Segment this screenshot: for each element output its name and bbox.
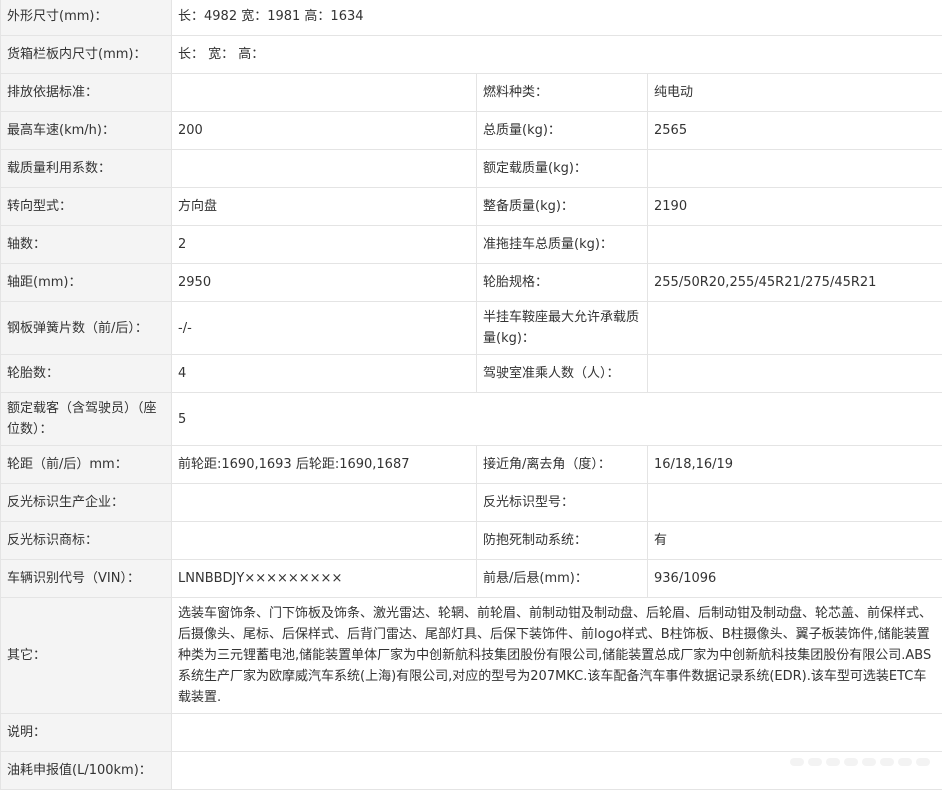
value-tire-count: 4	[172, 355, 477, 393]
value-emission-standard	[172, 74, 477, 112]
label-reflector-maker: 反光标识生产企业：	[1, 484, 172, 522]
row-track: 轮距（前/后）mm： 前轮距:1690,1693 后轮距:1690,1687 接…	[1, 446, 942, 484]
row-other: 其它： 选装车窗饰条、门下饰板及饰条、激光雷达、轮辋、前轮眉、前制动钳及制动盘、…	[1, 598, 942, 714]
value-reflector-maker	[172, 484, 477, 522]
label-cab-capacity: 驾驶室准乘人数（人）：	[477, 355, 648, 393]
value-load-factor	[172, 150, 477, 188]
watermark-dot	[916, 758, 930, 766]
label-wheelbase: 轴距(mm)：	[1, 264, 172, 302]
row-vin: 车辆识别代号（VIN）： LNNBBDJY××××××××× 前悬/后悬(mm)…	[1, 560, 942, 598]
row-dimensions: 外形尺寸(mm)： 长：4982 宽：1981 高：1634	[1, 0, 942, 36]
label-tire-spec: 轮胎规格：	[477, 264, 648, 302]
value-axles: 2	[172, 226, 477, 264]
value-rated-load	[648, 150, 942, 188]
label-rated-load: 额定载质量(kg)：	[477, 150, 648, 188]
value-note	[172, 714, 942, 752]
row-note: 说明：	[1, 714, 942, 752]
label-trailer-mass: 准拖挂车总质量(kg)：	[477, 226, 648, 264]
label-total-mass: 总质量(kg)：	[477, 112, 648, 150]
value-saddle-load	[648, 302, 942, 355]
row-tires: 轮胎数： 4 驾驶室准乘人数（人）：	[1, 355, 942, 393]
value-tire-spec: 255/50R20,255/45R21/275/45R21	[648, 264, 942, 302]
watermark-dot	[898, 758, 912, 766]
watermark-dot	[790, 758, 804, 766]
label-vin: 车辆识别代号（VIN）：	[1, 560, 172, 598]
label-reflector-brand: 反光标识商标：	[1, 522, 172, 560]
value-track-width: 前轮距:1690,1693 后轮距:1690,1687	[172, 446, 477, 484]
value-max-speed: 200	[172, 112, 477, 150]
label-dimensions: 外形尺寸(mm)：	[1, 0, 172, 36]
label-axles: 轴数：	[1, 226, 172, 264]
label-max-speed: 最高车速(km/h)：	[1, 112, 172, 150]
label-load-factor: 载质量利用系数：	[1, 150, 172, 188]
value-wheelbase: 2950	[172, 264, 477, 302]
value-dimensions: 长：4982 宽：1981 高：1634	[172, 0, 942, 36]
watermark-logo	[790, 758, 930, 766]
value-curb-mass: 2190	[648, 188, 942, 226]
watermark-dot	[826, 758, 840, 766]
row-reflector-brand: 反光标识商标： 防抱死制动系统： 有	[1, 522, 942, 560]
row-steering: 转向型式： 方向盘 整备质量(kg)： 2190	[1, 188, 942, 226]
row-emission: 排放依据标准： 燃料种类： 纯电动	[1, 74, 942, 112]
row-springs: 钢板弹簧片数（前/后）： -/- 半挂车鞍座最大允许承载质量(kg)：	[1, 302, 942, 355]
value-other: 选装车窗饰条、门下饰板及饰条、激光雷达、轮辋、前轮眉、前制动钳及制动盘、后轮眉、…	[172, 598, 942, 714]
label-rated-passengers: 额定载客（含驾驶员）（座位数）：	[1, 393, 172, 446]
label-overhang: 前悬/后悬(mm)：	[477, 560, 648, 598]
watermark-dot	[880, 758, 894, 766]
label-saddle-load: 半挂车鞍座最大允许承载质量(kg)：	[477, 302, 648, 355]
row-load-factor: 载质量利用系数： 额定载质量(kg)：	[1, 150, 942, 188]
label-approach-angle: 接近角/离去角（度）：	[477, 446, 648, 484]
row-reflector-maker: 反光标识生产企业： 反光标识型号：	[1, 484, 942, 522]
row-speed: 最高车速(km/h)： 200 总质量(kg)： 2565	[1, 112, 942, 150]
label-fuel-consumption: 油耗申报值(L/100km)：	[1, 752, 172, 790]
label-cargo-size: 货箱栏板内尺寸(mm)：	[1, 36, 172, 74]
label-emission-standard: 排放依据标准：	[1, 74, 172, 112]
vehicle-spec-table: 外形尺寸(mm)： 长：4982 宽：1981 高：1634 货箱栏板内尺寸(m…	[0, 0, 942, 790]
watermark-dot	[844, 758, 858, 766]
value-total-mass: 2565	[648, 112, 942, 150]
value-steering: 方向盘	[172, 188, 477, 226]
watermark-dot	[862, 758, 876, 766]
label-note: 说明：	[1, 714, 172, 752]
value-rated-passengers: 5	[172, 393, 942, 446]
value-approach-angle: 16/18,16/19	[648, 446, 942, 484]
label-reflector-model: 反光标识型号：	[477, 484, 648, 522]
label-steering: 转向型式：	[1, 188, 172, 226]
label-other: 其它：	[1, 598, 172, 714]
row-wheelbase: 轴距(mm)： 2950 轮胎规格： 255/50R20,255/45R21/2…	[1, 264, 942, 302]
value-springs: -/-	[172, 302, 477, 355]
label-springs: 钢板弹簧片数（前/后）：	[1, 302, 172, 355]
row-passengers: 额定载客（含驾驶员）（座位数）： 5	[1, 393, 942, 446]
value-fuel-type: 纯电动	[648, 74, 942, 112]
label-abs: 防抱死制动系统：	[477, 522, 648, 560]
row-axles: 轴数： 2 准拖挂车总质量(kg)：	[1, 226, 942, 264]
label-tire-count: 轮胎数：	[1, 355, 172, 393]
value-overhang: 936/1096	[648, 560, 942, 598]
label-track-width: 轮距（前/后）mm：	[1, 446, 172, 484]
label-curb-mass: 整备质量(kg)：	[477, 188, 648, 226]
value-trailer-mass	[648, 226, 942, 264]
value-vin: LNNBBDJY×××××××××	[172, 560, 477, 598]
value-cargo-size: 长： 宽： 高：	[172, 36, 942, 74]
watermark-dot	[808, 758, 822, 766]
row-cargo: 货箱栏板内尺寸(mm)： 长： 宽： 高：	[1, 36, 942, 74]
label-fuel-type: 燃料种类：	[477, 74, 648, 112]
value-abs: 有	[648, 522, 942, 560]
value-reflector-model	[648, 484, 942, 522]
value-cab-capacity	[648, 355, 942, 393]
value-reflector-brand	[172, 522, 477, 560]
